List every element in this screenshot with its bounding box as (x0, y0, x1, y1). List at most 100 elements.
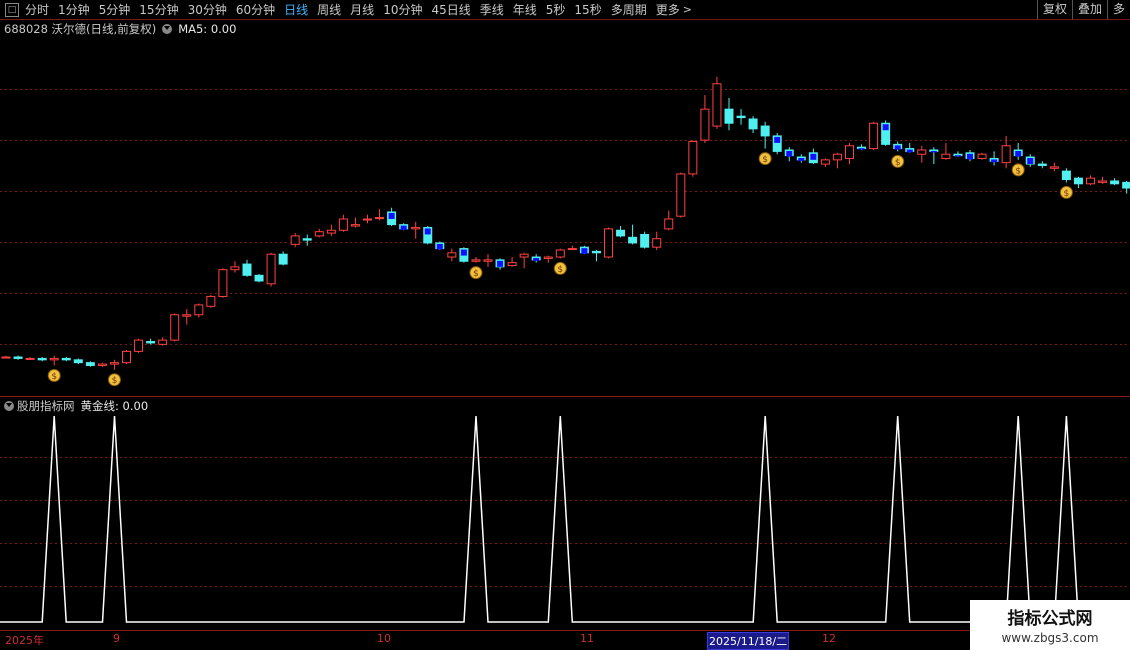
candle-body (25, 357, 35, 360)
window-menu-icon[interactable]: □ (5, 2, 19, 17)
chevron-right-icon[interactable]: > (683, 3, 692, 16)
toolbar-button[interactable]: 复权 (1036, 0, 1072, 19)
candle-body (1049, 166, 1059, 169)
main-chart-header: 688028 沃尔德(日线,前复权) MA5: 0.00 (4, 21, 236, 37)
candle-body (604, 228, 613, 258)
period-tab[interactable]: 周线 (317, 1, 341, 18)
candlestick-chart[interactable]: $ $ $ $ $ $ $ $ (0, 38, 1130, 396)
indicator-line-label: 黄金线: 0.00 (80, 399, 149, 413)
money-bag-icon: $ (1011, 163, 1025, 177)
candle-body (1073, 177, 1083, 185)
period-tab[interactable]: 年线 (513, 1, 537, 18)
ma-marker (858, 148, 865, 150)
candle-body (628, 236, 638, 244)
ma-marker (786, 150, 793, 157)
x-tick-label: 2025年 (5, 634, 44, 647)
candle-body (845, 145, 854, 159)
candle-body (820, 159, 830, 165)
candle-body (363, 218, 372, 221)
period-tab[interactable]: 1分钟 (58, 1, 90, 18)
money-bag-icon: $ (553, 261, 567, 275)
candle-body (146, 341, 156, 344)
candle-body (37, 357, 47, 361)
candle-body (122, 350, 131, 364)
period-tab[interactable]: 60分钟 (236, 1, 275, 18)
ma-marker (460, 249, 467, 256)
candle-body (977, 153, 987, 159)
candle-body (338, 218, 348, 231)
signal-chart[interactable] (0, 414, 1130, 629)
candle-body (85, 362, 95, 366)
money-bag-icon: $ (47, 368, 61, 382)
toolbar-button[interactable]: 叠加 (1071, 0, 1107, 19)
toolbar-right: 复权 叠加多 (1036, 0, 1130, 19)
ma5-label: MA5: 0.00 (178, 22, 237, 36)
candle-body (73, 359, 83, 364)
watermark-title: 指标公式网 (1007, 609, 1093, 629)
candle-body (61, 357, 71, 361)
x-tick-label: 11 (580, 632, 594, 645)
ma-marker (774, 136, 781, 143)
candle-body (1, 356, 11, 359)
candle-body (832, 153, 842, 161)
svg-text:$: $ (473, 269, 479, 279)
period-tab[interactable]: 分时 (25, 1, 49, 18)
period-tab[interactable]: 45日线 (431, 1, 470, 18)
candle-body (290, 235, 300, 245)
period-tab[interactable]: 月线 (350, 1, 374, 18)
candle-body (254, 274, 264, 282)
candle-body (206, 295, 216, 307)
candle-body (543, 256, 553, 259)
period-tab[interactable]: 更多 (656, 1, 680, 18)
period-tab[interactable]: 日线 (284, 1, 308, 18)
ma-marker (497, 260, 504, 267)
candle-body (640, 233, 650, 248)
candle-body (869, 122, 879, 150)
watermark-url: www.zbgs3.com (1001, 631, 1099, 645)
svg-text:$: $ (762, 155, 768, 165)
indicator-name: 股朋指标网 (17, 399, 75, 413)
period-tab[interactable]: 15分钟 (139, 1, 178, 18)
ma-marker (991, 159, 998, 163)
ma-marker (424, 228, 431, 235)
svg-text:$: $ (1064, 189, 1070, 199)
signal-line (0, 415, 1130, 623)
period-tab[interactable]: 季线 (480, 1, 504, 18)
ma-marker (581, 248, 588, 254)
candle-body (13, 356, 23, 359)
candle-body (676, 173, 686, 217)
candle-body (314, 231, 324, 237)
candle-body (917, 149, 927, 155)
candle-body (109, 362, 119, 365)
ma-marker (436, 243, 443, 250)
ma-marker (967, 153, 973, 160)
ma-marker (882, 124, 889, 131)
candle-body (411, 226, 421, 230)
candle-body (266, 253, 276, 285)
dropdown-circle-icon[interactable] (162, 24, 173, 34)
period-tab[interactable]: 5分钟 (99, 1, 131, 18)
period-tab[interactable]: 5秒 (546, 1, 566, 18)
candle-body (350, 224, 360, 227)
period-tab[interactable]: 10分钟 (383, 1, 422, 18)
ma-marker (798, 158, 805, 161)
candle-body (182, 314, 192, 317)
svg-text:$: $ (112, 376, 118, 386)
candle-body (507, 262, 517, 266)
candle-body (326, 229, 336, 234)
money-bag-icon: $ (1059, 185, 1073, 199)
dropdown-circle-icon[interactable] (4, 401, 14, 411)
ma-marker (1015, 150, 1022, 157)
ma-marker (930, 150, 937, 153)
candle-body (941, 153, 951, 159)
candle-body (1122, 181, 1130, 189)
toolbar-button[interactable]: 多 (1106, 0, 1130, 19)
period-tab[interactable]: 30分钟 (188, 1, 227, 18)
candle-body (724, 108, 734, 124)
indicator-header: 股朋指标网 黄金线: 0.00 (4, 398, 148, 414)
period-tab[interactable]: 多周期 (611, 1, 647, 18)
pane-divider[interactable] (0, 396, 1130, 397)
candle-body (736, 115, 746, 119)
candle-body (519, 253, 529, 258)
period-tab[interactable]: 15秒 (574, 1, 601, 18)
